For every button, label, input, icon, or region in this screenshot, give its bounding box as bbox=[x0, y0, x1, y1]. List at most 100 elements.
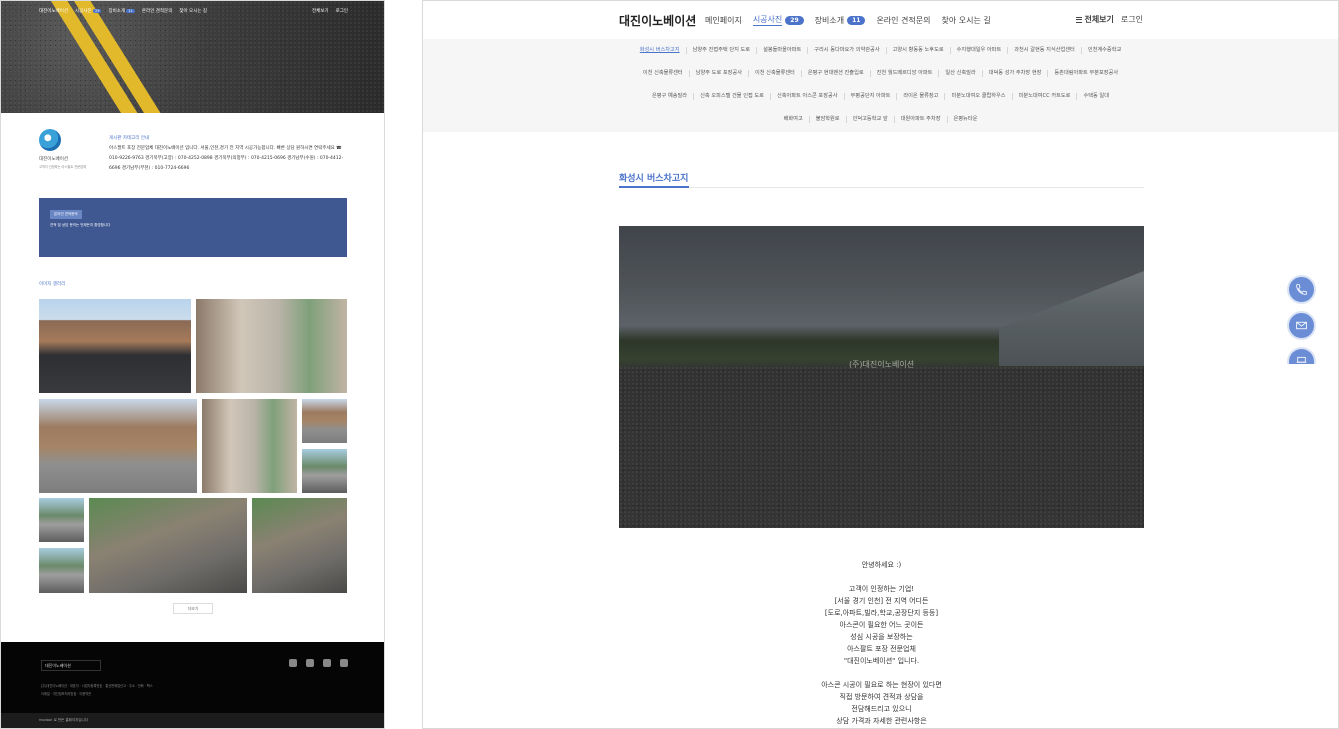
preview-brand[interactable]: 대진이노베이션 bbox=[39, 8, 68, 14]
footer: 대진이노베이션 [주]대진이노베이션 · 대표자 · 사업자등록번호 · 통신판… bbox=[1, 642, 384, 728]
share-icon[interactable] bbox=[340, 659, 348, 667]
preview-nav-item[interactable]: 시공사진 29 bbox=[75, 8, 102, 14]
gallery-photo[interactable] bbox=[252, 498, 347, 593]
preview-nav-item[interactable]: 찾아 오시는 길 bbox=[179, 8, 207, 14]
gallery-photo[interactable] bbox=[302, 399, 347, 443]
category-item[interactable]: 인천계수중학교 bbox=[1080, 47, 1127, 54]
category-item[interactable]: 은평구 현대벤션 진출입로 bbox=[800, 70, 870, 77]
gallery-photo[interactable] bbox=[39, 548, 84, 593]
footer-info-line: [주]대진이노베이션 · 대표자 · 사업자등록번호 · 통신판매업신고 · 주… bbox=[41, 684, 153, 688]
category-item[interactable]: 고양시 향동동 노후도로 bbox=[885, 47, 950, 54]
article-line: "대진이노베이션" 입니다. bbox=[843, 657, 920, 665]
article-line: [도로,아파트,빌라,학교,공장단지 등등] bbox=[824, 609, 939, 617]
category-item[interactable]: 인덕고등학교 앞 bbox=[845, 116, 894, 123]
category-bar: 화성시 버스차고지 남양주 진접주택 단지 도로 설봉들마을아파트 구리시 동다… bbox=[423, 39, 1338, 132]
category-item[interactable]: 등촌대림아파트 부분포장공사 bbox=[1047, 70, 1124, 77]
category-row: 화성시 버스차고지 남양주 진접주택 단지 도로 설봉들마을아파트 구리시 동다… bbox=[423, 47, 1338, 54]
quote-text: 견적 및 상담 문의는 언제든지 환영합니다 bbox=[50, 223, 111, 227]
article-line: 전담해드리고 있으니 bbox=[851, 705, 912, 713]
intro-lead: 게시판 카테고리 안내 bbox=[109, 136, 150, 141]
top-right-links: 전체보기 로그인 bbox=[1076, 14, 1143, 25]
category-item[interactable]: 배화여고 bbox=[778, 116, 809, 123]
category-item[interactable]: 화성시 버스차고지 bbox=[634, 47, 686, 54]
category-item[interactable]: 불암학원로 bbox=[808, 116, 846, 123]
article-line: 성심 시공을 보장하는 bbox=[850, 633, 913, 641]
category-item[interactable]: 이천 신축물류센터 bbox=[637, 70, 689, 77]
category-item[interactable]: 설봉들마을아파트 bbox=[756, 47, 807, 54]
blog-icon[interactable] bbox=[289, 659, 297, 667]
category-item[interactable]: 대원아파트 주차장 bbox=[893, 116, 947, 123]
footer-social bbox=[289, 659, 348, 667]
category-item[interactable]: 과천시 갈현동 지식산업센터 bbox=[1007, 47, 1081, 54]
main-photo[interactable]: (주)대진이노베이션 bbox=[619, 226, 1144, 528]
quote-banner: 온라인 견적문의 견적 및 상담 문의는 언제든지 환영합니다 bbox=[39, 198, 347, 257]
category-item[interactable]: 부평공단지 아파트 bbox=[843, 93, 897, 100]
category-item[interactable]: 수택동 일대 bbox=[1076, 93, 1115, 100]
preview-nav-item[interactable]: 장비소개 11 bbox=[108, 8, 135, 14]
category-row: 이천 신축물류센터 남양주 도로 포장공사 이천 신축물류센터 은평구 현대벤션… bbox=[423, 70, 1338, 77]
footer-bar: modoo! 로 만든 홈페이지입니다 bbox=[1, 713, 384, 728]
nav-item-main[interactable]: 메인페이지 bbox=[705, 14, 742, 26]
top-navigation: 대진이노베이션 메인페이지 시공사진 29 장비소개 11 온라인 견적문의 찾아 … bbox=[423, 1, 1338, 39]
company-subtitle: 고객이 인정하는 아스팔트 전문업체 bbox=[39, 165, 87, 169]
footer-info: [주]대진이노베이션 · 대표자 · 사업자등록번호 · 통신판매업신고 · 주… bbox=[41, 682, 291, 698]
gallery-photo[interactable] bbox=[39, 498, 84, 542]
article-line: 고객이 인정하는 기업! bbox=[848, 585, 915, 593]
mail-icon bbox=[1296, 321, 1307, 330]
category-item[interactable]: 구리시 동다마요가 의약관공사 bbox=[807, 47, 885, 54]
main-nav: 메인페이지 시공사진 29 장비소개 11 온라인 견적문의 찾아 오시는 길 bbox=[705, 14, 991, 26]
quote-tag-button[interactable]: 온라인 견적문의 bbox=[50, 210, 82, 219]
category-item[interactable]: 신축아파트 아스콘 포장공사 bbox=[769, 93, 844, 100]
nav-item-equipment[interactable]: 장비소개 11 bbox=[815, 14, 866, 26]
company-name: 대진이노베이션 bbox=[39, 157, 68, 162]
preview-nav-item[interactable]: 온라인 견적문의 bbox=[142, 8, 172, 14]
phone-fab-button[interactable] bbox=[1287, 275, 1316, 304]
category-item[interactable]: 일산 신축빌라 bbox=[938, 70, 981, 77]
article-line: [서울 경기 인천] 전 지역 어디든 bbox=[834, 597, 929, 605]
gallery-title: 이미지 갤러리 bbox=[39, 282, 66, 287]
category-item[interactable]: 은평뉴타운 bbox=[946, 116, 984, 123]
hero-banner: 대진이노베이션 시공사진 29 장비소개 11 온라인 견적문의 찾아 오시는 … bbox=[1, 1, 384, 113]
count-badge: 11 bbox=[847, 15, 866, 25]
gallery-photo[interactable] bbox=[302, 449, 347, 493]
site-logo[interactable]: 대진이노베이션 bbox=[619, 12, 696, 29]
gallery-photo[interactable] bbox=[39, 399, 197, 493]
article-line: 아스콘이 필요한 어느 곳이든 bbox=[839, 621, 924, 629]
print-fab-button[interactable] bbox=[1287, 347, 1316, 364]
gallery-photo[interactable] bbox=[89, 498, 247, 593]
menu-all-button[interactable]: 전체보기 bbox=[1076, 14, 1114, 25]
category-item[interactable]: 신축 오피스텔 건물 인접 도로 bbox=[693, 93, 770, 100]
preview-nav: 대진이노베이션 시공사진 29 장비소개 11 온라인 견적문의 찾아 오시는 … bbox=[39, 8, 348, 14]
preview-menu-all[interactable]: 전체보기 bbox=[312, 8, 329, 14]
nav-item-quote[interactable]: 온라인 견적문의 bbox=[876, 14, 930, 26]
photo-watermark: (주)대진이노베이션 bbox=[848, 360, 915, 369]
facebook-icon[interactable] bbox=[323, 659, 331, 667]
category-item[interactable]: 은평구 예송빌라 bbox=[646, 93, 693, 100]
print-icon bbox=[1296, 356, 1307, 363]
footer-info-line: 이메일 · 개인정보처리방침 · 이용약관 bbox=[41, 692, 92, 696]
footer-logo[interactable]: 대진이노베이션 bbox=[41, 660, 101, 671]
category-item[interactable]: 미분노대여CC 카트도로 bbox=[1011, 93, 1077, 100]
mail-fab-button[interactable] bbox=[1287, 311, 1316, 340]
login-link[interactable]: 로그인 bbox=[1121, 14, 1143, 25]
category-item[interactable]: 라이온 물류창고 bbox=[896, 93, 944, 100]
category-item[interactable]: 이천 신축물류센터 bbox=[747, 70, 801, 77]
category-row: 은평구 예송빌라 신축 오피스텔 건물 인접 도로 신축아파트 아스콘 포장공사… bbox=[423, 93, 1338, 100]
preview-login[interactable]: 로그인 bbox=[336, 8, 348, 14]
nav-item-photos[interactable]: 시공사진 29 bbox=[752, 14, 804, 26]
category-item[interactable]: 대덕동 성가 주차장 현장 bbox=[981, 70, 1048, 77]
category-item[interactable]: 진천 월드메르디앙 아파트 bbox=[869, 70, 939, 77]
category-item[interactable]: 남양주 도로 포장공사 bbox=[688, 70, 748, 77]
category-item[interactable]: 미분노대여오 클럽하우스 bbox=[944, 93, 1011, 100]
gallery-photo[interactable] bbox=[39, 299, 191, 393]
category-item[interactable]: 남양주 진접주택 단지 도로 bbox=[685, 47, 756, 54]
talk-icon[interactable] bbox=[306, 659, 314, 667]
more-button[interactable]: 더보기 bbox=[173, 603, 213, 614]
intro-body: 아스팔트 포장 전문업체 대진이노베이션 입니다. 서울,인천,경기 전 지역 … bbox=[109, 146, 344, 171]
category-item[interactable]: 수지행대일우 아파트 bbox=[949, 47, 1008, 54]
gallery-photo[interactable] bbox=[202, 399, 297, 493]
section-divider bbox=[619, 186, 1144, 188]
article-line: 아스콘 시공이 필요로 하는 현장이 있다면 bbox=[821, 681, 942, 689]
nav-item-directions[interactable]: 찾아 오시는 길 bbox=[942, 14, 991, 26]
gallery-photo[interactable] bbox=[196, 299, 347, 393]
